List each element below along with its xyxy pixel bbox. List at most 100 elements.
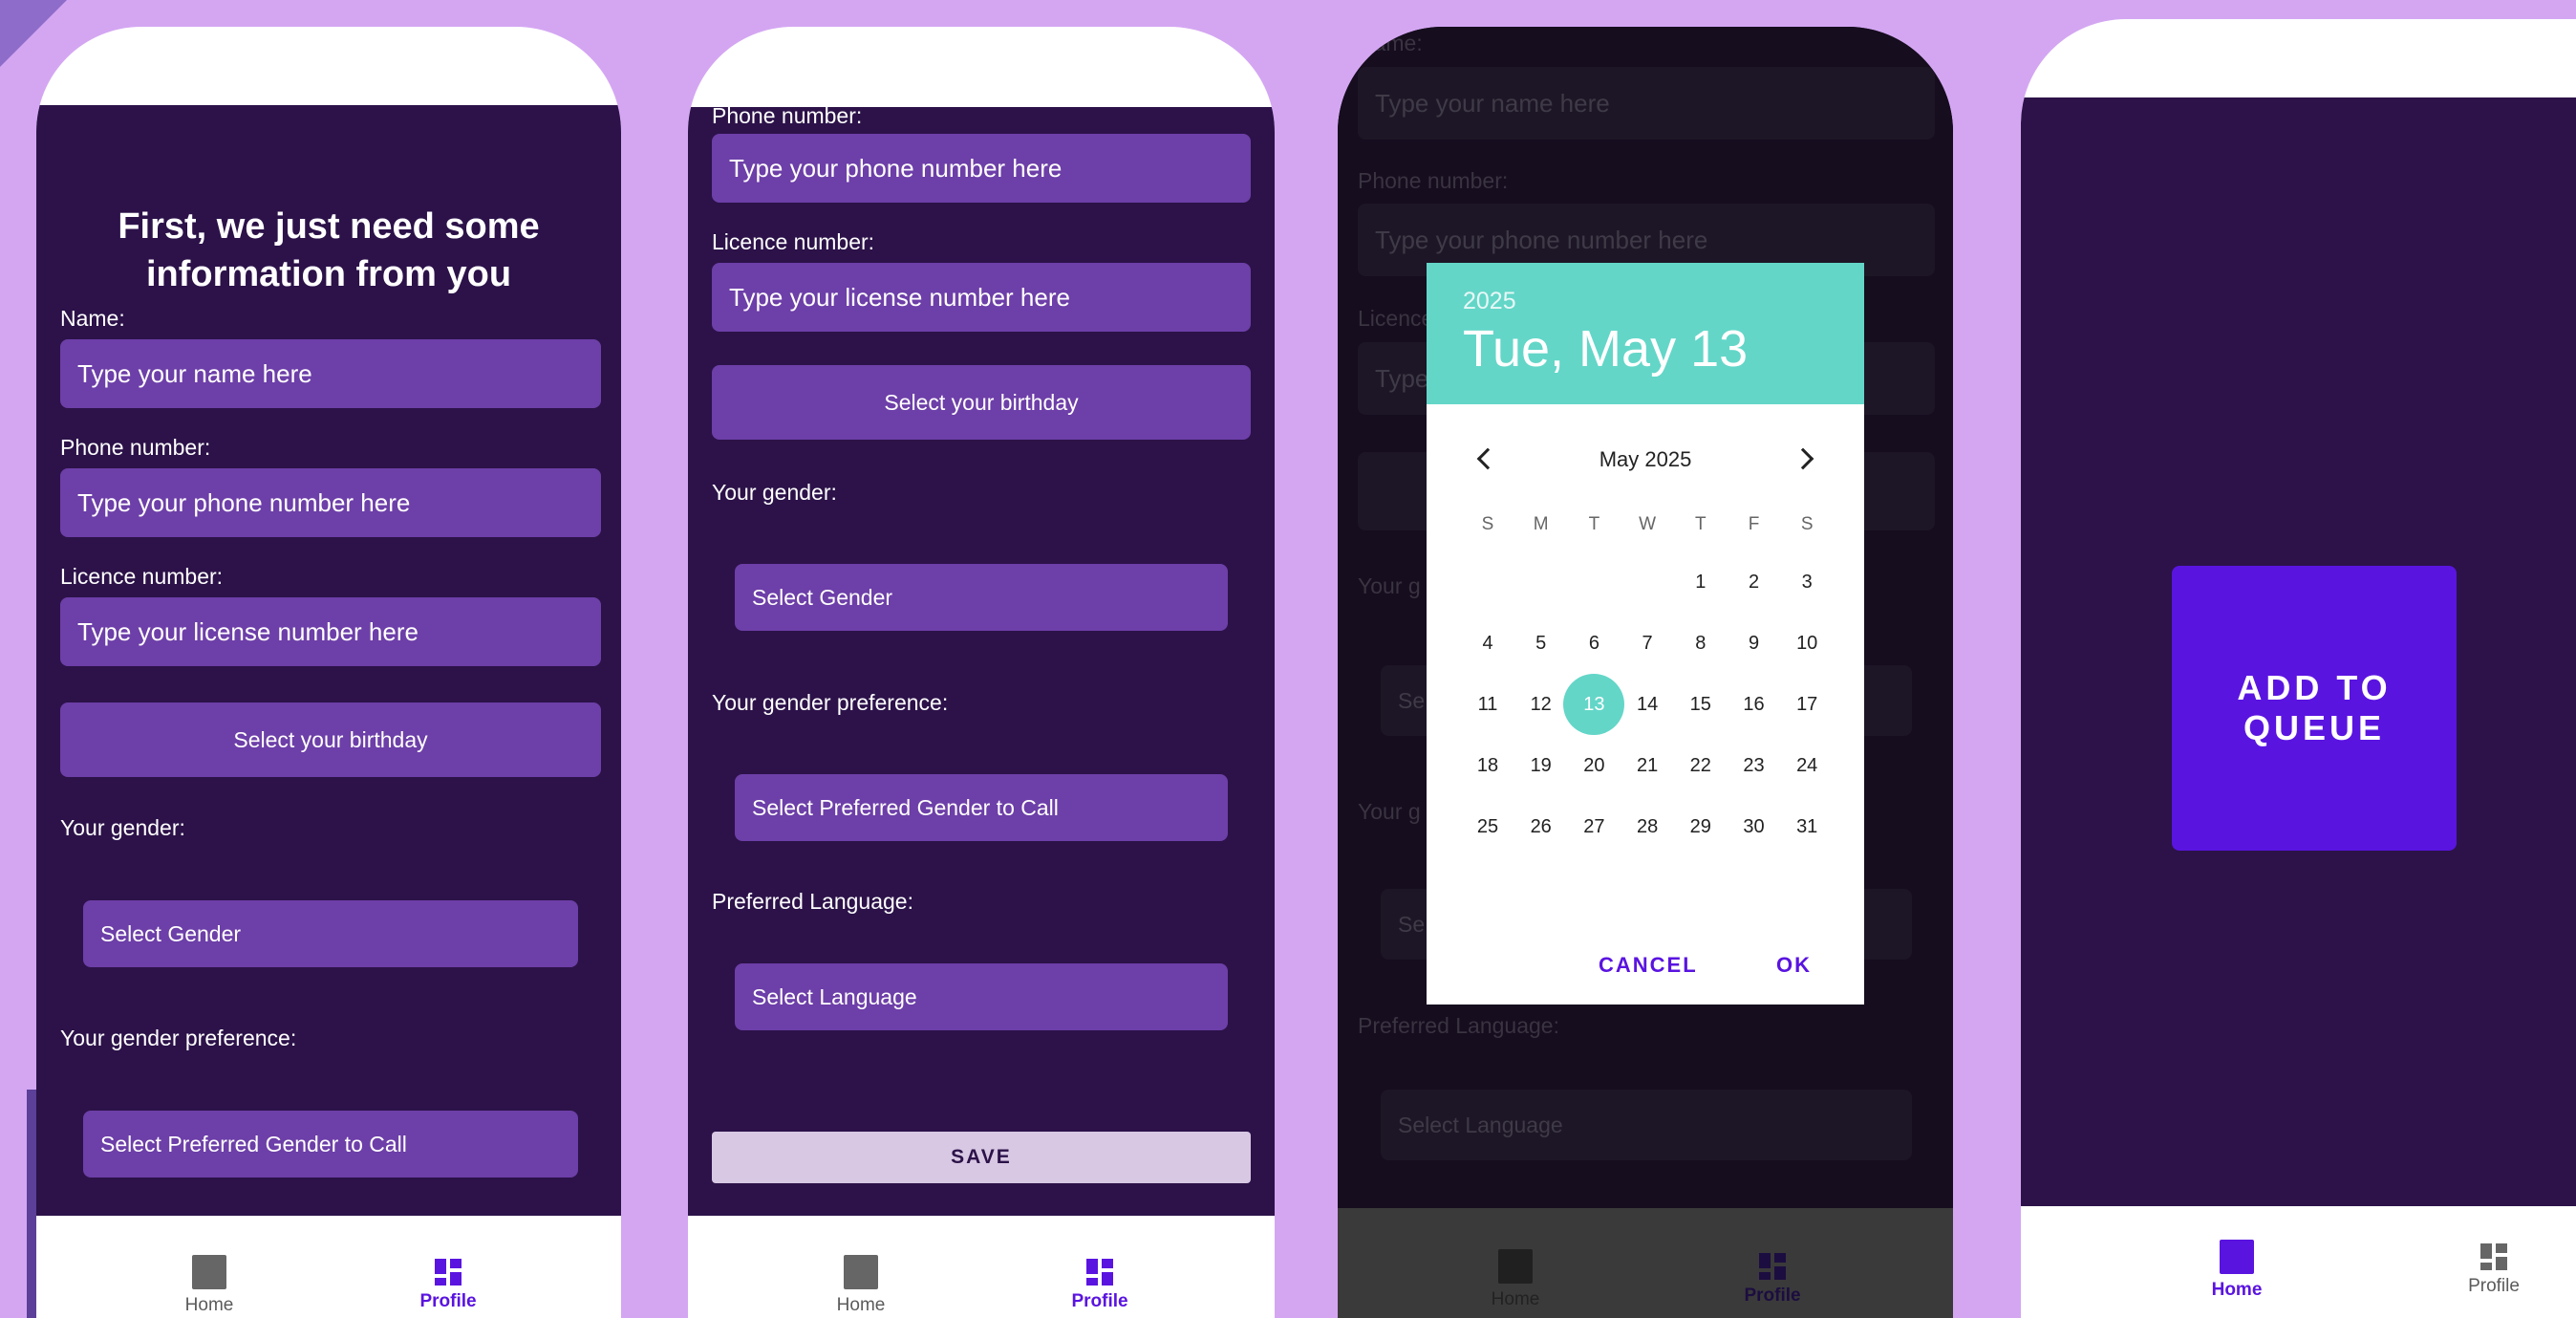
gender-select[interactable]: Select Gender <box>83 900 578 967</box>
calendar-day[interactable]: 11 <box>1457 674 1518 735</box>
nav-profile[interactable]: Profile <box>1033 1255 1167 1312</box>
home-icon <box>2220 1240 2254 1274</box>
nav-profile-label: Profile <box>1744 1286 1801 1306</box>
licence-label: Licence number: <box>60 564 224 589</box>
licence-input[interactable]: Type your license number here <box>60 597 601 666</box>
nav-home[interactable]: Home <box>2170 1240 2304 1301</box>
gender-preference-select[interactable]: Select Preferred Gender to Call <box>735 774 1228 841</box>
gender-preference-label: Your gender preference: <box>60 1026 297 1050</box>
home-icon <box>844 1255 878 1289</box>
page-title: First, we just need some information fro… <box>118 206 540 294</box>
language-label: Preferred Language: <box>1358 1013 1559 1038</box>
phone-label: Phone number: <box>1358 168 1509 193</box>
licence-input[interactable]: Type your license number here <box>712 263 1251 332</box>
calendar-day[interactable]: 9 <box>1724 613 1785 674</box>
name-label: Name: <box>60 306 125 331</box>
calendar-day[interactable]: 10 <box>1776 613 1837 674</box>
calendar-day[interactable]: 8 <box>1670 613 1731 674</box>
gender-preference-label: Your g <box>1358 799 1421 824</box>
weekday-label: S <box>1481 514 1494 534</box>
calendar-day[interactable]: 31 <box>1776 796 1837 857</box>
calendar-day[interactable]: 5 <box>1511 613 1572 674</box>
gender-preference-select[interactable]: Select Preferred Gender to Call <box>83 1111 578 1178</box>
calendar-day[interactable]: 21 <box>1617 735 1678 796</box>
calendar-day[interactable]: 24 <box>1776 735 1837 796</box>
calendar-day[interactable]: 26 <box>1511 796 1572 857</box>
calendar-day[interactable]: 27 <box>1563 796 1624 857</box>
add-to-queue-button[interactable]: ADD TO QUEUE <box>2172 566 2457 851</box>
calendar-day[interactable]: 23 <box>1724 735 1785 796</box>
weekday-label: W <box>1639 514 1657 534</box>
bottom-nav: Home Profile <box>1338 1208 1953 1318</box>
weekday-label: F <box>1748 514 1760 534</box>
calendar-day[interactable]: 19 <box>1511 735 1572 796</box>
name-input[interactable]: Type your name here <box>1358 67 1935 140</box>
gender-label: Your g <box>1358 573 1421 598</box>
bottom-nav: Home Profile <box>36 1216 621 1318</box>
calendar-day[interactable]: 2 <box>1724 551 1785 613</box>
background-shape <box>0 0 67 67</box>
language-select[interactable]: Select Language <box>1381 1090 1912 1160</box>
nav-home[interactable]: Home <box>794 1255 928 1316</box>
birthday-button[interactable]: Select your birthday <box>712 365 1251 440</box>
calendar-day[interactable]: 14 <box>1617 674 1678 735</box>
cancel-button[interactable]: CANCEL <box>1599 953 1698 978</box>
phone-input[interactable]: Type your phone number here <box>712 134 1251 203</box>
save-button[interactable]: SAVE <box>712 1132 1251 1183</box>
dashboard-icon <box>435 1259 462 1286</box>
profile-form-screen: First, we just need some information fro… <box>36 105 621 1216</box>
birthday-button[interactable]: Select your birthday <box>60 702 601 777</box>
nav-profile-label: Profile <box>1071 1291 1128 1311</box>
language-label: Preferred Language: <box>712 889 913 914</box>
calendar-day[interactable]: 17 <box>1776 674 1837 735</box>
home-icon <box>192 1255 226 1289</box>
phone-input[interactable]: Type your phone number here <box>60 468 601 537</box>
calendar-day[interactable]: 7 <box>1617 613 1678 674</box>
calendar-day[interactable]: 15 <box>1670 674 1731 735</box>
name-label: Name: <box>1358 31 1423 55</box>
nav-home-label: Home <box>2211 1280 2263 1300</box>
nav-profile[interactable]: Profile <box>381 1255 515 1312</box>
nav-home-label: Home <box>836 1295 886 1315</box>
calendar-day[interactable]: 28 <box>1617 796 1678 857</box>
nav-profile[interactable]: Profile <box>2427 1240 2561 1297</box>
phone-label: Phone number: <box>712 103 863 128</box>
calendar-day[interactable]: 20 <box>1563 735 1624 796</box>
ok-button[interactable]: OK <box>1776 953 1812 978</box>
calendar-day[interactable]: 22 <box>1670 735 1731 796</box>
calendar-day[interactable]: 18 <box>1457 735 1518 796</box>
weekday-label: T <box>1694 514 1707 534</box>
calendar-day-selected[interactable]: 13 <box>1563 674 1625 735</box>
licence-label: Licence number: <box>712 229 875 254</box>
month-navigation: May 2025 <box>1427 440 1864 478</box>
profile-form-scrolled-screen: Phone number: Type your phone number her… <box>688 103 1275 1216</box>
calendar-day[interactable]: 16 <box>1724 674 1785 735</box>
phone-screen-2: Phone number: Type your phone number her… <box>688 27 1275 1318</box>
calendar-day[interactable]: 30 <box>1724 796 1785 857</box>
bottom-nav: Home Profile <box>688 1216 1275 1318</box>
calendar-day[interactable]: 29 <box>1670 796 1731 857</box>
nav-home-label: Home <box>184 1295 234 1315</box>
language-select[interactable]: Select Language <box>735 963 1228 1030</box>
calendar-day[interactable]: 3 <box>1776 551 1837 613</box>
calendar-day[interactable]: 6 <box>1563 613 1624 674</box>
nav-home[interactable]: Home <box>1449 1249 1582 1310</box>
date-picker-year[interactable]: 2025 <box>1463 288 1828 315</box>
calendar-day[interactable]: 4 <box>1457 613 1518 674</box>
calendar-day[interactable]: 1 <box>1670 551 1731 613</box>
date-picker-dialog: 2025 Tue, May 13 May 2025 SMTWTFS1234567… <box>1427 263 1864 1005</box>
nav-profile-label: Profile <box>2468 1276 2520 1296</box>
calendar-day[interactable]: 25 <box>1457 796 1518 857</box>
calendar-day[interactable]: 12 <box>1511 674 1572 735</box>
phone-screen-1: First, we just need some information fro… <box>36 27 621 1318</box>
nav-profile[interactable]: Profile <box>1706 1249 1839 1307</box>
home-icon <box>1498 1249 1533 1284</box>
gender-select[interactable]: Select Gender <box>735 564 1228 631</box>
nav-profile-label: Profile <box>419 1291 477 1311</box>
date-picker-header: 2025 Tue, May 13 <box>1427 263 1864 404</box>
nav-home[interactable]: Home <box>142 1255 276 1316</box>
gender-label: Your gender: <box>60 815 185 840</box>
weekday-label: T <box>1588 514 1600 534</box>
name-input[interactable]: Type your name here <box>60 339 601 408</box>
dashboard-icon <box>1086 1259 1113 1286</box>
